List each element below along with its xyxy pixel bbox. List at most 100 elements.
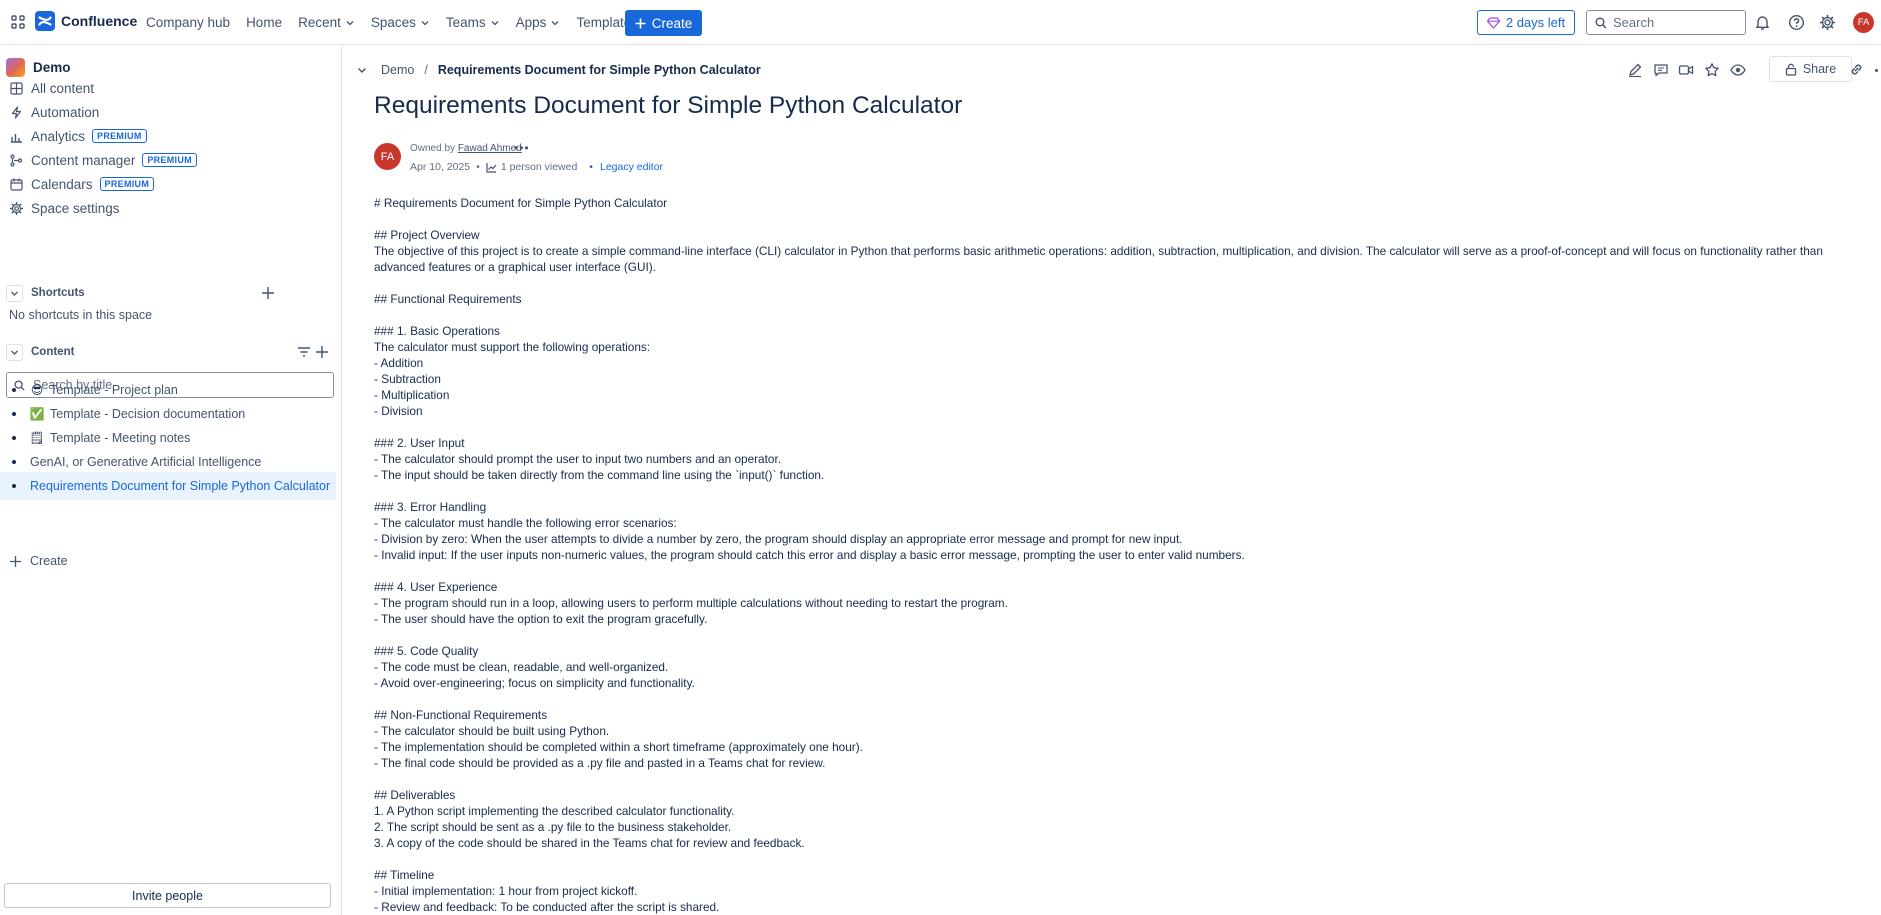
content-collapse-chevron-icon[interactable] xyxy=(6,343,23,361)
comment-icon[interactable] xyxy=(1653,62,1669,78)
author-avatar[interactable]: FA xyxy=(374,143,401,170)
nav-company-hub[interactable]: Company hub xyxy=(138,7,238,39)
markdown-heading: ### 1. Basic Operations xyxy=(374,324,500,338)
share-button[interactable]: Share xyxy=(1769,56,1852,82)
notifications-bell-icon[interactable] xyxy=(1754,14,1771,31)
tree-bullet xyxy=(12,436,16,440)
breadcrumb-separator: / xyxy=(424,63,428,77)
premium-badge: PREMIUM xyxy=(92,129,147,143)
page-views[interactable]: 1 person viewed xyxy=(486,161,577,173)
legacy-editor-link[interactable]: Legacy editor xyxy=(600,161,663,173)
body-line: - Division xyxy=(374,404,423,418)
markdown-heading: ### 2. User Input xyxy=(374,436,465,450)
trial-days-left-button[interactable]: 2 days left xyxy=(1477,10,1575,35)
confluence-logo-icon xyxy=(35,11,55,31)
page-title: Requirements Document for Simple Python … xyxy=(374,92,963,119)
more-actions-icon[interactable] xyxy=(1875,69,1878,72)
breadcrumb-current-page[interactable]: Requirements Document for Simple Python … xyxy=(438,63,761,77)
page-emoji-icon: 🗒 xyxy=(29,431,45,445)
copy-link-icon[interactable] xyxy=(1841,56,1871,82)
search-icon xyxy=(1595,17,1607,28)
body-line: - Review and feedback: To be conducted a… xyxy=(374,900,720,914)
shortcuts-collapse-chevron-icon[interactable] xyxy=(6,284,23,302)
lightning-icon xyxy=(9,105,23,119)
nav-teams[interactable]: Teams xyxy=(438,7,508,39)
add-content-plus-icon[interactable] xyxy=(314,344,330,360)
create-button-label: Create xyxy=(651,15,693,31)
premium-badge: PREMIUM xyxy=(99,177,155,191)
bar-chart-icon xyxy=(9,129,23,143)
share-button-label: Share xyxy=(1802,62,1837,76)
markdown-heading: ## Deliverables xyxy=(374,788,456,802)
content-tree-label: Template - Project plan xyxy=(50,383,178,397)
author-name-link[interactable]: Fawad Ahmed xyxy=(458,143,522,154)
nav-recent[interactable]: Recent xyxy=(290,7,363,39)
diamond-icon xyxy=(1486,16,1500,29)
add-shortcut-plus-icon[interactable] xyxy=(260,285,276,301)
space-sidebar: Demo All content Automation Analytics PREMI… xyxy=(0,46,342,915)
video-recording-icon[interactable] xyxy=(1678,62,1694,78)
body-line: - The implementation should be completed… xyxy=(374,740,863,754)
nav-spaces[interactable]: Spaces xyxy=(363,7,438,39)
collapse-sidebar-chevron-icon[interactable] xyxy=(355,63,369,77)
page-content-area: Demo / Requirements Document for Simple … xyxy=(343,46,1881,915)
content-tree-label: GenAI, or Generative Artificial Intellig… xyxy=(30,455,262,469)
byline-more-icon[interactable]: ••• xyxy=(514,141,530,155)
content-section-header: Content xyxy=(6,341,336,363)
edit-pencil-icon[interactable] xyxy=(1627,62,1643,78)
plus-icon xyxy=(635,18,646,29)
confluence-logo[interactable]: Confluence xyxy=(35,11,137,31)
watch-eye-icon[interactable] xyxy=(1730,62,1746,78)
body-line: - Multiplication xyxy=(374,388,450,402)
help-icon[interactable] xyxy=(1788,14,1805,31)
nav-label: Recent xyxy=(298,15,341,30)
premium-badge: PREMIUM xyxy=(142,153,197,167)
sidebar-item-space-settings[interactable]: Space settings xyxy=(0,194,336,222)
body-line: 1. A Python script implementing the desc… xyxy=(374,804,735,818)
top-navigation: Confluence Company hub Home Recent Spaces Te… xyxy=(0,0,1881,45)
breadcrumb: Demo / Requirements Document for Simple … xyxy=(381,63,761,77)
user-avatar[interactable]: FA xyxy=(1853,12,1874,33)
trend-chart-icon xyxy=(486,162,497,173)
body-line: - The calculator should prompt the user … xyxy=(374,452,782,466)
body-line: - Initial implementation: 1 hour from pr… xyxy=(374,884,638,898)
markdown-heading: ## Non-Functional Requirements xyxy=(374,708,548,722)
nav-label: Home xyxy=(246,15,283,30)
invite-people-button[interactable]: Invite people xyxy=(4,883,331,908)
primary-nav: Company hub Home Recent Spaces Teams Apps Temp… xyxy=(138,0,646,45)
content-tree-item[interactable]: Requirements Document for Simple Python … xyxy=(0,472,336,500)
create-content-button[interactable]: Create xyxy=(9,554,68,568)
nav-apps[interactable]: Apps xyxy=(508,7,569,39)
global-search[interactable] xyxy=(1586,10,1746,35)
nav-label: Apps xyxy=(515,15,547,30)
star-icon[interactable] xyxy=(1704,62,1720,78)
nav-home[interactable]: Home xyxy=(238,7,290,39)
search-input[interactable] xyxy=(1613,15,1733,30)
sidebar-item-label: Content manager xyxy=(31,152,136,168)
markdown-heading: # Requirements Document for Simple Pytho… xyxy=(374,196,668,210)
body-line: 3. A copy of the code should be shared i… xyxy=(374,836,805,850)
chevron-down-icon xyxy=(490,18,500,28)
meta-separator: • xyxy=(589,161,593,173)
markdown-heading: ### 3. Error Handling xyxy=(374,500,487,514)
settings-gear-icon[interactable] xyxy=(1819,14,1836,31)
sidebar-item-label: Calendars xyxy=(31,176,93,192)
body-line: - The calculator should be built using P… xyxy=(374,724,610,738)
app-switcher-icon[interactable] xyxy=(10,14,26,30)
chevron-down-icon xyxy=(550,18,560,28)
sidebar-item-label: Analytics xyxy=(31,128,86,144)
nav-label: Spaces xyxy=(370,15,416,30)
grid-icon xyxy=(9,81,23,95)
filter-icon[interactable] xyxy=(296,344,312,360)
breadcrumb-space-link[interactable]: Demo xyxy=(381,63,414,77)
chevron-down-icon xyxy=(420,18,430,28)
create-button[interactable]: Create xyxy=(625,10,702,36)
owned-by-text: Owned by Fawad Ahmed xyxy=(410,143,522,154)
markdown-heading: ### 4. User Experience xyxy=(374,580,498,594)
